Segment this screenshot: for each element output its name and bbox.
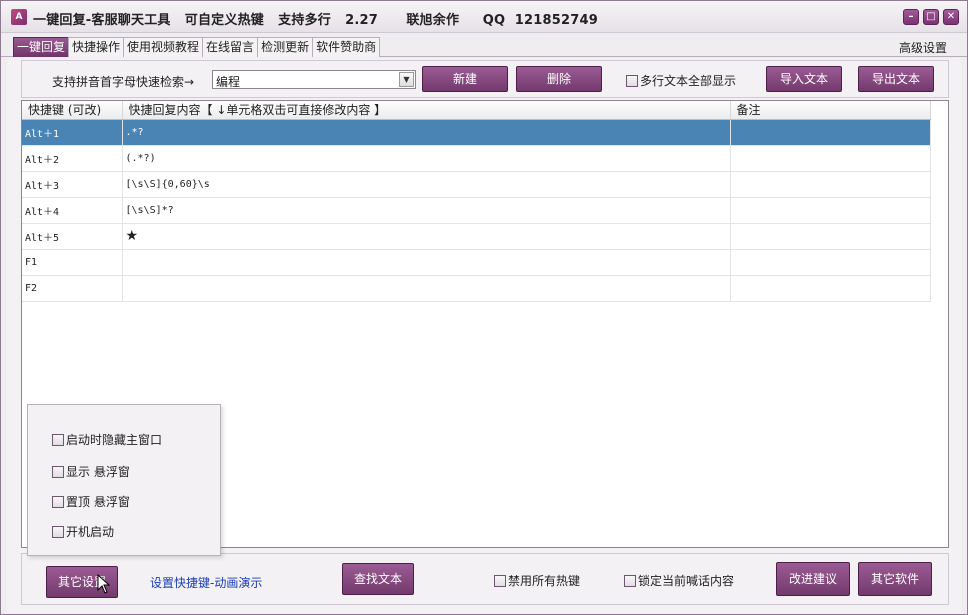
hotkey-cell[interactable]: Alt＋1 bbox=[22, 119, 123, 146]
app-window: A 一键回复-客服聊天工具 可自定义热键 支持多行 2.27 联旭余作 QQ 1… bbox=[0, 0, 968, 615]
checkbox-box[interactable] bbox=[624, 574, 636, 587]
note-cell[interactable] bbox=[730, 275, 931, 302]
export-text-button[interactable]: 导出文本 bbox=[858, 66, 934, 92]
table-row[interactable]: F2 bbox=[22, 275, 931, 302]
hotkey-cell[interactable]: Alt＋5 bbox=[22, 223, 123, 250]
checkbox-box[interactable] bbox=[52, 465, 64, 478]
show-all-multiline-label: 多行文本全部显示 bbox=[640, 74, 737, 88]
suggest-button[interactable]: 改进建议 bbox=[776, 562, 850, 596]
bottom-bar: 其它设置 设置快捷键-动画演示 查找文本 禁用所有热键 锁定当前喊话内容 改进建… bbox=[21, 553, 949, 605]
checkbox-box[interactable] bbox=[52, 525, 64, 538]
note-cell[interactable] bbox=[730, 223, 931, 250]
hotkey-cell[interactable]: F2 bbox=[22, 275, 123, 302]
find-text-button[interactable]: 查找文本 bbox=[342, 563, 414, 595]
maximize-icon[interactable]: □ bbox=[923, 9, 939, 25]
hotkey-cell[interactable]: Alt＋2 bbox=[22, 145, 123, 172]
lock-current-label: 锁定当前喊话内容 bbox=[638, 574, 735, 588]
checkbox-box[interactable] bbox=[626, 74, 638, 87]
tab-video-tutorial[interactable]: 使用视频教程 bbox=[123, 37, 204, 57]
content-cell[interactable]: [\s\S]*? bbox=[122, 197, 731, 224]
tab-sponsor[interactable]: 软件赞助商 bbox=[312, 37, 381, 57]
checkbox-box[interactable] bbox=[52, 433, 64, 446]
hotkey-demo-link[interactable]: 设置快捷键-动画演示 bbox=[150, 574, 262, 591]
popup-option-label: 置顶 悬浮窗 bbox=[66, 495, 130, 509]
column-header-content[interactable]: 快捷回复内容【 ↓单元格双击可直接修改内容 】 bbox=[122, 101, 731, 120]
tab-online-message[interactable]: 在线留言 bbox=[202, 37, 259, 57]
toolbar: 支持拼音首字母快速检索→ 编程 ▼ 新建 删除 多行文本全部显示 导入文本 导出… bbox=[21, 60, 949, 98]
title-bar: A 一键回复-客服聊天工具 可自定义热键 支持多行 2.27 联旭余作 QQ 1… bbox=[1, 1, 967, 33]
close-icon[interactable]: ✕ bbox=[943, 9, 959, 25]
popup-option-label: 启动时隐藏主窗口 bbox=[66, 433, 163, 447]
minimize-icon[interactable]: – bbox=[903, 9, 919, 25]
advanced-settings-link[interactable]: 高级设置 bbox=[899, 39, 947, 56]
new-button[interactable]: 新建 bbox=[422, 66, 508, 92]
app-logo-icon: A bbox=[11, 9, 27, 25]
note-cell[interactable] bbox=[730, 171, 931, 198]
content-cell[interactable]: (.*?) bbox=[122, 145, 731, 172]
table-row[interactable]: Alt＋5 ★ bbox=[22, 223, 931, 250]
show-all-multiline-checkbox[interactable]: 多行文本全部显示 bbox=[626, 72, 736, 89]
table-row[interactable]: Alt＋3 [\s\S]{0,60}\s bbox=[22, 171, 931, 198]
chevron-down-icon[interactable]: ▼ bbox=[399, 72, 414, 87]
checkbox-box[interactable] bbox=[494, 574, 506, 587]
disable-hotkeys-label: 禁用所有热键 bbox=[508, 574, 581, 588]
search-label: 支持拼音首字母快速检索→ bbox=[52, 75, 195, 89]
column-header-note[interactable]: 备注 bbox=[730, 101, 931, 120]
note-cell[interactable] bbox=[730, 249, 931, 276]
search-value: 编程 bbox=[216, 75, 241, 89]
tab-quick-reply[interactable]: 一键回复 bbox=[13, 37, 70, 57]
disable-hotkeys-checkbox[interactable]: 禁用所有热键 bbox=[494, 572, 580, 589]
table-row[interactable]: F1 bbox=[22, 249, 931, 276]
hotkey-cell[interactable]: Alt＋3 bbox=[22, 171, 123, 198]
content-cell[interactable]: ★ bbox=[122, 223, 731, 250]
delete-button[interactable]: 删除 bbox=[516, 66, 602, 92]
content-cell[interactable] bbox=[122, 249, 731, 276]
window-title: 一键回复-客服聊天工具 可自定义热键 支持多行 2.27 联旭余作 QQ 121… bbox=[33, 13, 598, 28]
search-combobox[interactable]: 编程 ▼ bbox=[212, 70, 416, 89]
popup-option-autostart[interactable]: 开机启动 bbox=[52, 523, 114, 540]
import-text-button[interactable]: 导入文本 bbox=[766, 66, 842, 92]
tab-check-update[interactable]: 检测更新 bbox=[257, 37, 314, 57]
tab-shortcut-ops[interactable]: 快捷操作 bbox=[68, 37, 125, 57]
lock-current-checkbox[interactable]: 锁定当前喊话内容 bbox=[624, 572, 734, 589]
note-cell[interactable] bbox=[730, 119, 931, 146]
popup-option-label: 显示 悬浮窗 bbox=[66, 465, 130, 479]
popup-option-label: 开机启动 bbox=[66, 525, 115, 539]
tab-bar: 一键回复 快捷操作 使用视频教程 在线留言 检测更新 软件赞助商 高级设置 bbox=[1, 33, 967, 57]
mouse-cursor-icon bbox=[97, 574, 111, 594]
note-cell[interactable] bbox=[730, 145, 931, 172]
table-row[interactable]: Alt＋4 [\s\S]*? bbox=[22, 197, 931, 224]
hotkey-cell[interactable]: F1 bbox=[22, 249, 123, 276]
popup-option-hide-on-start[interactable]: 启动时隐藏主窗口 bbox=[52, 431, 162, 448]
note-cell[interactable] bbox=[730, 197, 931, 224]
popup-option-show-float[interactable]: 显示 悬浮窗 bbox=[52, 463, 130, 480]
content-cell[interactable] bbox=[122, 275, 731, 302]
table-row[interactable]: Alt＋1 .*? bbox=[22, 119, 931, 146]
column-header-hotkey[interactable]: 快捷键 (可改) bbox=[22, 101, 123, 120]
other-software-button[interactable]: 其它软件 bbox=[858, 562, 932, 596]
content-cell[interactable]: .*? bbox=[122, 119, 731, 146]
table-row[interactable]: Alt＋2 (.*?) bbox=[22, 145, 931, 172]
other-settings-popup: 启动时隐藏主窗口 显示 悬浮窗 置顶 悬浮窗 开机启动 bbox=[27, 404, 221, 556]
checkbox-box[interactable] bbox=[52, 495, 64, 508]
hotkey-cell[interactable]: Alt＋4 bbox=[22, 197, 123, 224]
content-cell[interactable]: [\s\S]{0,60}\s bbox=[122, 171, 731, 198]
popup-option-pin-float[interactable]: 置顶 悬浮窗 bbox=[52, 493, 130, 510]
